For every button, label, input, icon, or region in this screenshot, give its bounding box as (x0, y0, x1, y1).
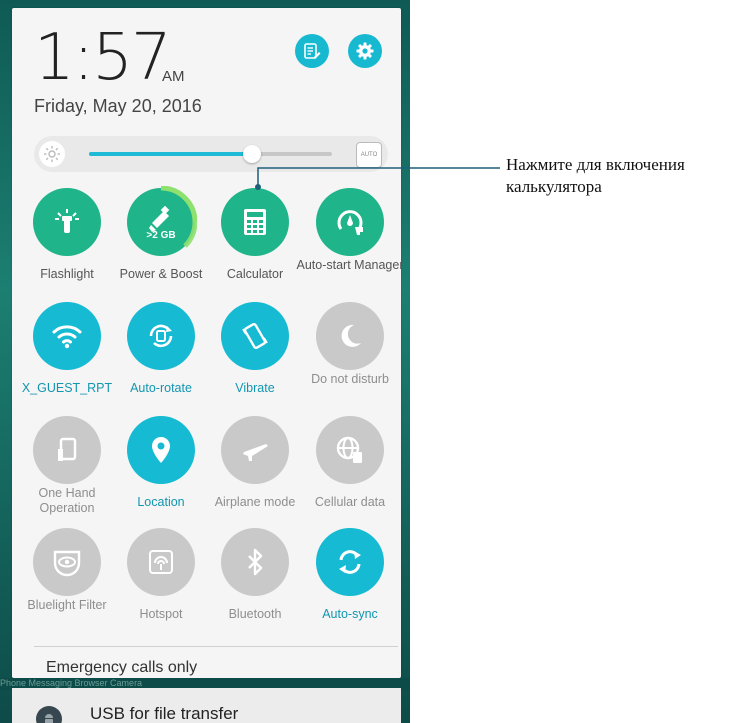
callout-text: Нажмите для включения калькулятора (506, 155, 685, 196)
callout-leader (255, 167, 500, 190)
